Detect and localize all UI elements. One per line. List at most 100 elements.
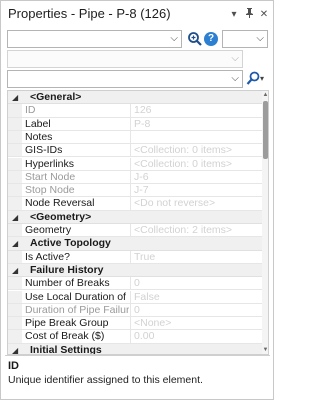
window-title: Properties - Pipe - P-8 (126) xyxy=(8,6,171,21)
row-gutter xyxy=(8,303,22,317)
element-selector[interactable]: ⌵ xyxy=(7,30,182,48)
property-row-hyperlinks[interactable]: Hyperlinks <Collection: 0 items> xyxy=(8,157,262,171)
property-row-duration-history[interactable]: Duration of Pipe Failure History 0 xyxy=(8,303,262,318)
category-initial-settings[interactable]: ◢ Initial Settings xyxy=(8,343,262,355)
property-filter-field[interactable]: ⌵ xyxy=(7,70,243,88)
property-label: Duration of Pipe Failure History xyxy=(25,303,129,316)
property-row-id[interactable]: ID 126 xyxy=(8,104,262,118)
row-gutter xyxy=(8,317,22,330)
vertical-scrollbar[interactable]: ▲ ▼ xyxy=(262,91,268,354)
property-label: Use Local Duration of Pipe Failure Histo… xyxy=(25,290,129,303)
search-options-chevron-icon[interactable]: ▾ xyxy=(260,74,264,83)
property-row-start-node[interactable]: Start Node J-6 xyxy=(8,170,262,185)
property-row-number-of-breaks[interactable]: Number of Breaks 0 xyxy=(8,277,262,291)
property-row-pipe-break-group[interactable]: Pipe Break Group <None> xyxy=(8,317,262,331)
category-label: Failure History xyxy=(30,263,104,276)
property-row-stop-node[interactable]: Stop Node J-7 xyxy=(8,184,262,198)
collapse-icon[interactable]: ◢ xyxy=(12,266,18,275)
title-bar-icons: ▾ ✕ xyxy=(229,7,269,22)
property-value[interactable]: <Collection: 0 items> xyxy=(130,157,262,170)
property-row-label[interactable]: Label P-8 xyxy=(8,117,262,131)
collapse-icon[interactable]: ◢ xyxy=(12,239,18,248)
dropdown-icon[interactable]: ▾ xyxy=(229,9,239,21)
row-gutter xyxy=(8,104,22,117)
search-icon[interactable] xyxy=(246,71,260,87)
close-icon[interactable]: ✕ xyxy=(259,9,269,21)
row-gutter xyxy=(8,157,22,170)
row-gutter xyxy=(8,144,22,157)
category-label: Initial Settings xyxy=(30,343,102,355)
category-label: <Geometry> xyxy=(30,210,92,223)
property-value[interactable]: J-6 xyxy=(130,170,262,184)
disabled-selector[interactable]: ⌵ xyxy=(7,50,243,68)
collapse-icon[interactable]: ◢ xyxy=(12,346,18,354)
description-text: Unique identifier assigned to this eleme… xyxy=(8,374,203,386)
property-row-use-local-duration[interactable]: Use Local Duration of Pipe Failure Histo… xyxy=(8,290,262,304)
properties-panel: Properties - Pipe - P-8 (126) ▾ ✕ ⌵ ? ⌵ … xyxy=(0,0,274,400)
property-value[interactable]: <None> xyxy=(130,317,262,330)
pin-icon[interactable] xyxy=(244,7,254,22)
property-label: Stop Node xyxy=(25,184,75,197)
row-gutter xyxy=(8,130,22,144)
row-gutter xyxy=(8,277,22,290)
property-value[interactable]: P-8 xyxy=(130,117,262,130)
property-label: Hyperlinks xyxy=(25,157,75,170)
property-value[interactable]: 126 xyxy=(130,104,262,117)
scrollbar-thumb[interactable] xyxy=(263,101,268,159)
property-value[interactable]: 0 xyxy=(130,303,262,317)
scroll-up-icon[interactable]: ▲ xyxy=(262,92,268,98)
property-value[interactable]: True xyxy=(130,250,262,263)
property-row-gis-ids[interactable]: GIS-IDs <Collection: 0 items> xyxy=(8,144,262,158)
row-gutter xyxy=(8,184,22,197)
category-active-topology[interactable]: ◢ Active Topology xyxy=(8,237,262,251)
property-value[interactable]: 0.00 xyxy=(130,330,262,343)
row-gutter xyxy=(8,250,22,263)
property-value[interactable]: <Do not reverse> xyxy=(130,197,262,210)
property-label: Notes xyxy=(25,130,53,143)
chevron-down-icon: ⌵ xyxy=(170,33,178,44)
title-bar: Properties - Pipe - P-8 (126) ▾ ✕ xyxy=(1,1,273,27)
category-label: <General> xyxy=(30,91,82,103)
category-general[interactable]: ◢ <General> xyxy=(8,91,262,105)
property-label: Is Active? xyxy=(25,250,70,263)
chevron-down-icon: ⌵ xyxy=(256,33,264,44)
small-selector[interactable]: ⌵ xyxy=(222,30,268,48)
collapse-icon[interactable]: ◢ xyxy=(12,93,18,102)
property-grid: ◢ <General> ID 126 Label P-8 Notes GIS-I… xyxy=(7,90,269,355)
property-row-geometry[interactable]: Geometry <Collection: 2 items> xyxy=(8,224,262,238)
property-label: Node Reversal xyxy=(25,197,95,210)
category-failure-history[interactable]: ◢ Failure History xyxy=(8,263,262,278)
property-label: Start Node xyxy=(25,170,76,183)
help-icon[interactable]: ? xyxy=(204,32,218,46)
property-value[interactable] xyxy=(130,130,262,144)
row-gutter xyxy=(8,330,22,343)
property-label: ID xyxy=(25,104,36,117)
category-label: Active Topology xyxy=(30,237,111,250)
collapse-icon[interactable]: ◢ xyxy=(12,213,18,222)
row-gutter xyxy=(8,197,22,210)
zoom-to-element-icon[interactable] xyxy=(187,31,203,47)
property-label: Cost of Break ($) xyxy=(25,330,105,343)
description-panel: ID Unique identifier assigned to this el… xyxy=(5,355,270,397)
property-label: Label xyxy=(25,117,51,130)
property-value[interactable]: 0 xyxy=(130,277,262,290)
chevron-down-icon: ⌵ xyxy=(231,53,239,64)
scroll-down-icon[interactable]: ▼ xyxy=(262,347,268,353)
property-label: GIS-IDs xyxy=(25,144,63,157)
property-row-node-reversal[interactable]: Node Reversal <Do not reverse> xyxy=(8,197,262,211)
property-row-is-active[interactable]: Is Active? True xyxy=(8,250,262,264)
property-value[interactable]: False xyxy=(130,290,262,303)
property-value[interactable]: <Collection: 2 items> xyxy=(130,224,262,237)
property-row-cost-of-break[interactable]: Cost of Break ($) 0.00 xyxy=(8,330,262,344)
description-title: ID xyxy=(8,360,19,372)
property-value[interactable]: <Collection: 0 items> xyxy=(130,144,262,157)
row-gutter xyxy=(8,117,22,130)
row-gutter xyxy=(8,170,22,184)
chevron-down-icon: ⌵ xyxy=(231,73,239,84)
property-value[interactable]: J-7 xyxy=(130,184,262,197)
property-label: Pipe Break Group xyxy=(25,317,109,330)
row-gutter xyxy=(8,224,22,237)
category-geometry[interactable]: ◢ <Geometry> xyxy=(8,210,262,224)
row-gutter xyxy=(8,290,22,303)
property-row-notes[interactable]: Notes xyxy=(8,130,262,145)
